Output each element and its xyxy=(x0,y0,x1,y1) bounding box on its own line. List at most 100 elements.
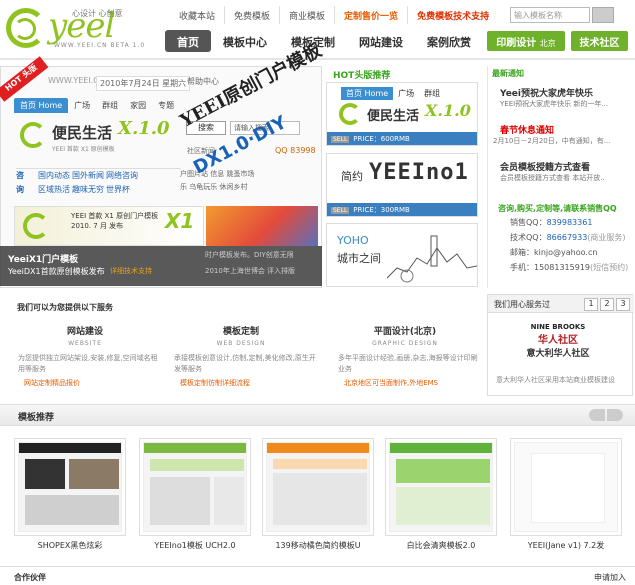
templates-prev-button[interactable] xyxy=(589,409,605,421)
hero-link-head: 咨 xyxy=(16,171,24,180)
tech-community-button[interactable]: 技术社区 xyxy=(571,31,628,51)
hero-link[interactable]: 国外新闻 xyxy=(72,169,106,183)
hero-promo-image[interactable]: YEEI 首款 X1 原创门户模板 2010. 7 月 发布 X1 xyxy=(14,206,204,246)
hero-qq: QQ 83998 xyxy=(275,146,316,155)
search-button[interactable] xyxy=(592,7,614,23)
templates-title: 模板推荐 xyxy=(18,413,55,423)
service-english: GRAPHIC DESIGN xyxy=(372,340,438,347)
hero-logo-x: X.1.0 xyxy=(118,118,170,139)
hero-tabs: 首页 Home 广场 群组 家园 专题 xyxy=(14,98,180,113)
template-name[interactable]: 139移动橘色简约模板U xyxy=(259,540,377,551)
template-card[interactable] xyxy=(262,438,374,536)
news-item-title[interactable]: 春节休息通知 xyxy=(500,123,554,136)
nav-template-center[interactable]: 模板中心 xyxy=(211,30,279,52)
contact-title: 咨询,购买,定制等,请联系销售QQ xyxy=(498,204,617,213)
hot-card-yeeino1[interactable]: 简约 YEEIno1 SELL PRICE：300RMB xyxy=(326,153,478,217)
hero-tab-home[interactable]: 首页 Home xyxy=(14,98,69,113)
template-thumbnail xyxy=(389,442,493,532)
footer-divider xyxy=(0,566,635,567)
hero-tab-group[interactable]: 群组 xyxy=(96,98,124,113)
logo-tagline: 心设计 心创意 xyxy=(72,9,123,18)
client-logo-en: NINE BROOKS xyxy=(530,323,586,331)
top-link-free-templates[interactable]: 免费模板 xyxy=(225,6,281,24)
nav-website-build[interactable]: 网站建设 xyxy=(347,30,415,52)
template-thumbnail xyxy=(266,442,370,532)
served-page-2[interactable]: 2 xyxy=(600,298,614,311)
apply-join-link[interactable]: 申请加入 xyxy=(594,572,626,583)
news-item-title[interactable]: Yeei预祝大家虎年快乐 xyxy=(500,86,593,99)
contact-note: (商业服务) xyxy=(587,233,626,242)
top-link-commercial-templates[interactable]: 商业模板 xyxy=(280,6,336,24)
site-logo[interactable]: yeel 心设计 心创意 WWW.YEEI.CN BETA 1.0 xyxy=(4,4,154,50)
template-card[interactable] xyxy=(385,438,497,536)
template-thumbnail xyxy=(143,442,247,532)
template-name[interactable]: YEEIno1模板 UCH2.0 xyxy=(136,540,254,551)
hero-help-link[interactable]: 帮助中心 xyxy=(187,76,219,87)
template-card[interactable] xyxy=(139,438,251,536)
contact-value[interactable]: 86667933 xyxy=(547,233,588,242)
hero-tab-square[interactable]: 广场 xyxy=(68,98,96,113)
news-item-desc: 会员模板授籍方式查看 本站开放.. xyxy=(500,174,605,182)
logo-inner-ring-icon xyxy=(14,18,36,40)
contact-value[interactable]: kinjo@yahoo.cn xyxy=(534,248,597,257)
service-heading: 平面设计(北京) xyxy=(373,327,437,337)
hero-caption-link[interactable]: 详细技术支持 xyxy=(110,266,152,276)
templates-header-bar xyxy=(0,404,635,426)
partners-title: 合作伙伴 xyxy=(14,573,46,582)
service-link[interactable]: 网站定制精品报价 xyxy=(10,378,160,388)
contact-value[interactable]: 839983361 xyxy=(547,218,593,227)
hero-tab-home2[interactable]: 家园 xyxy=(124,98,152,113)
top-link-bookmark[interactable]: 收藏本站 xyxy=(170,6,226,24)
served-page-3[interactable]: 3 xyxy=(616,298,630,311)
hot-card-tab: 广场 xyxy=(398,89,415,98)
hot-card-tab: 群组 xyxy=(424,89,441,98)
contact-phone: 手机：15081315919(短信预约) xyxy=(510,262,628,273)
hero-link[interactable]: 网络咨询 xyxy=(106,169,140,183)
city-sketch-icon xyxy=(387,235,477,283)
top-link-pricing[interactable]: 定制售价一览 xyxy=(335,6,409,24)
template-card[interactable] xyxy=(510,438,622,536)
hot-section-title: HOT头版推荐 xyxy=(333,71,391,81)
hero-caption-extra2: 2010年上海世博会 评入排版 xyxy=(205,267,296,275)
service-link[interactable]: 模板定制仿制详细流程 xyxy=(166,378,316,388)
hero-link[interactable]: 区域热活 xyxy=(38,183,72,197)
contact-label: 邮箱： xyxy=(510,248,534,257)
hot-card-bianmin[interactable]: 首页 Home 广场 群组 便民生活 X.1.0 SELL PRICE：600RM… xyxy=(326,82,478,146)
hot-card-tabs: 首页 Home 广场 群组 xyxy=(341,87,445,100)
hero-side-image[interactable] xyxy=(206,206,318,246)
templates-next-button[interactable] xyxy=(607,409,623,421)
hot-card-yoho[interactable]: YOHO 城市之间 xyxy=(326,223,478,287)
hero-right-link[interactable]: 乐 乌龟玩乐 休闲乡村 xyxy=(180,181,320,194)
template-card[interactable] xyxy=(14,438,126,536)
hero-link[interactable]: 国内动态 xyxy=(38,169,72,183)
template-search-input[interactable]: 输入模板名称 xyxy=(510,7,590,23)
service-link[interactable]: 北京地区可当面制作,外地EMS xyxy=(330,378,480,388)
promo-text-2: 2010. 7 月 发布 xyxy=(71,222,124,230)
hero-date: 2010年7月24日 星期六 xyxy=(96,76,191,91)
contact-value: 15081315919 xyxy=(534,263,590,272)
contact-email: 邮箱：kinjo@yahoo.cn xyxy=(510,247,597,258)
service-template: 模板定制 WEB DESIGN 承接模板创意设计,仿制,定制,美化修改,原生开发… xyxy=(166,324,316,388)
template-name[interactable]: YEEI(Jane v1) 7.2发 xyxy=(507,540,625,551)
contact-label: 手机： xyxy=(510,263,534,272)
hot-card3-title: YOHO xyxy=(337,234,369,247)
service-english: WEBSITE xyxy=(68,340,102,347)
top-link-free-support[interactable]: 免费模板技术支持 xyxy=(408,6,498,24)
print-design-button[interactable]: 印刷设计 北京 xyxy=(487,31,565,51)
template-thumbnail xyxy=(514,442,618,532)
nav-cases[interactable]: 案例欣赏 xyxy=(415,30,483,52)
hot-card-price: PRICE：600RMB xyxy=(353,135,410,143)
news-item-title[interactable]: 会员模板授籍方式查看 xyxy=(500,160,590,173)
template-thumbnail xyxy=(18,442,122,532)
news-item-desc: YEEI预祝大家虎年快乐 新的一年... xyxy=(500,100,609,108)
template-name[interactable]: SHOPEX黑色炫彩 xyxy=(11,540,129,551)
service-english: WEB DESIGN xyxy=(216,340,266,347)
client-desc: 意大利华人社区采用本站商业模板建设 xyxy=(496,376,615,384)
contact-sales-qq: 销售QQ：839983361 xyxy=(510,217,592,228)
hero-link[interactable]: 世界杯 xyxy=(106,183,140,197)
served-page-1[interactable]: 1 xyxy=(584,298,598,311)
nav-home[interactable]: 首页 xyxy=(165,30,211,52)
client-logo[interactable]: NINE BROOKS 华人社区 意大利华人社区 xyxy=(518,323,598,367)
hero-link[interactable]: 趣味无穷 xyxy=(72,183,106,197)
template-name[interactable]: 白比会清爽模板2.0 xyxy=(382,540,500,551)
